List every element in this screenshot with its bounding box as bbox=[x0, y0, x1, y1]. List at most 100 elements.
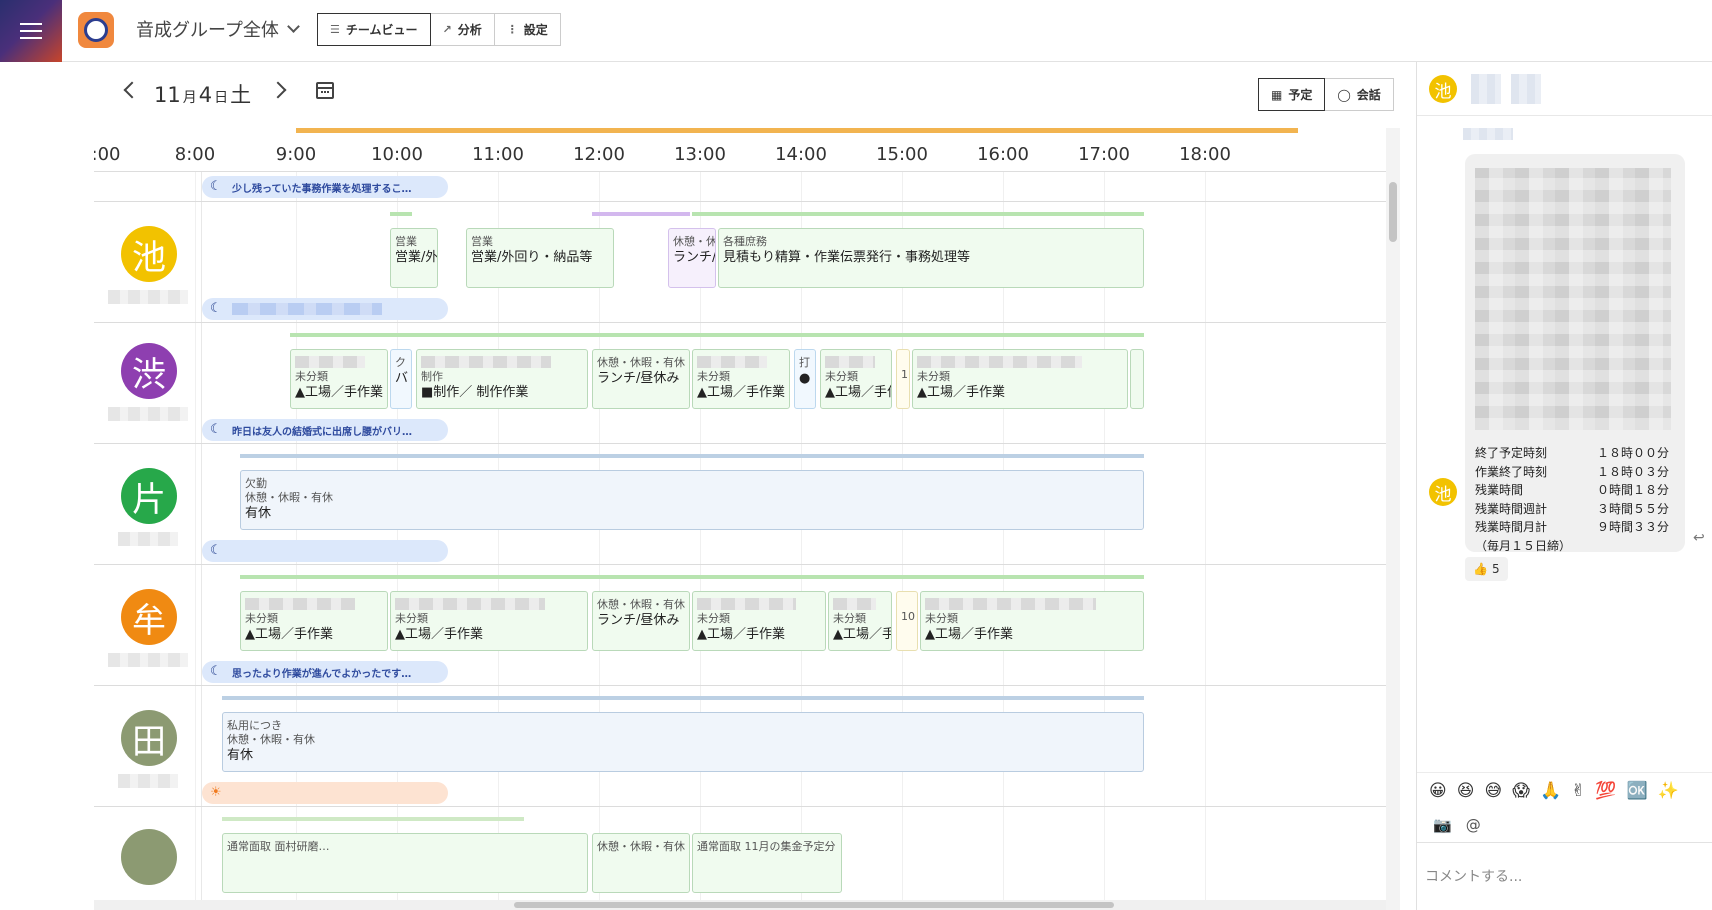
emoji-sweat-icon[interactable]: 😅 bbox=[1484, 781, 1502, 801]
hour-label: 13:00 bbox=[674, 144, 726, 165]
calendar-icon[interactable] bbox=[316, 82, 334, 99]
camera-icon[interactable]: 📷 bbox=[1433, 816, 1452, 834]
hour-label: 9:00 bbox=[275, 144, 317, 165]
schedule-block[interactable]: 未分類 ▲工場／手作 bbox=[820, 349, 892, 409]
schedule-block[interactable]: 未分類 ▲工場／手作業 bbox=[692, 591, 826, 651]
hour-label: :00 bbox=[94, 144, 121, 165]
member-name bbox=[108, 290, 188, 304]
status-bubble[interactable]: ☾ bbox=[202, 298, 448, 320]
avatar[interactable]: 牟 bbox=[121, 589, 177, 645]
avatar[interactable]: 田 bbox=[121, 710, 177, 766]
schedule-block[interactable]: 休憩・休暇・有休 ランチ/昼休み bbox=[592, 591, 690, 651]
comment-input[interactable] bbox=[1417, 842, 1712, 910]
member-row: 通常面取 面村研磨… 休憩・休暇・有休 通常面取 11月の集金予定分 bbox=[94, 807, 1400, 910]
schedule-block[interactable]: 私用につき 休憩・休暇・有休 有休 bbox=[222, 712, 1144, 772]
schedule-mode-button[interactable]: ▦ 予定 bbox=[1258, 78, 1326, 111]
member-row: 池 営業 営業/外 営業 営業/外回り・納品等 休憩・休 ランチ/ 各種庶務 見… bbox=[94, 202, 1400, 323]
emoji-bar: 😀 😆 😅 😱 🙏 ✌ 💯 🆗 ✨ bbox=[1417, 772, 1712, 808]
settings-label: 設定 bbox=[523, 23, 548, 37]
overtime-summary: 終了予定時刻 １８時００分 作業終了時刻 １８時０３分 残業時間 ０時間１８分 残業時… bbox=[1475, 444, 1675, 555]
date-toolbar: 11 月4 日土 ▦ 予定 ◯ 会話 bbox=[94, 62, 1400, 128]
sender-name bbox=[1463, 128, 1513, 140]
schedule-block[interactable]: ク バ bbox=[390, 349, 412, 409]
reaction-badge[interactable]: 👍 5 bbox=[1465, 557, 1508, 581]
schedule-block[interactable]: 通常面取 11月の集金予定分 bbox=[692, 833, 842, 893]
member-row: 牟 未分類 ▲工場／手作業 未分類 ▲工場／手作業 休憩・休暇・有休 ランチ/昼… bbox=[94, 565, 1400, 686]
avatar[interactable]: 池 bbox=[1429, 75, 1457, 103]
schedule-block[interactable]: 未分類 ▲工場／手作業 bbox=[920, 591, 1144, 651]
schedule-mode-label: 予定 bbox=[1288, 88, 1313, 102]
schedule-block[interactable]: 休憩・休暇・有休 ランチ/昼休み bbox=[592, 349, 690, 409]
schedule-block[interactable]: 欠勤 休憩・休暇・有休 有休 bbox=[240, 470, 1144, 530]
status-bubble[interactable]: ☾ 少し残っていた事務作業を処理するこ… bbox=[202, 176, 448, 198]
team-timeline: :00 8:00 9:00 10:00 11:00 12:00 13:00 14:00 15:0… bbox=[94, 128, 1400, 910]
participant-avatar[interactable] bbox=[1511, 74, 1541, 104]
status-bubble[interactable]: ☾ 思ったより作業が進んでよかったです… bbox=[202, 661, 448, 683]
schedule-block[interactable]: 10 bbox=[896, 591, 918, 651]
mention-icon[interactable]: @ bbox=[1466, 816, 1481, 834]
member-name bbox=[118, 774, 178, 788]
moon-icon: ☾ bbox=[210, 422, 222, 437]
team-view-button[interactable]: ☰ チームビュー bbox=[317, 13, 431, 46]
reply-icon[interactable]: ↩ bbox=[1693, 530, 1705, 546]
settings-button[interactable]: ⋮ 設定 bbox=[494, 13, 561, 46]
avatar[interactable]: 池 bbox=[121, 226, 177, 282]
participant-avatar[interactable] bbox=[1471, 74, 1501, 104]
emoji-sparkles-icon[interactable]: ✨ bbox=[1658, 781, 1679, 801]
schedule-block[interactable]: 未分類 ▲工場／手作業 bbox=[912, 349, 1128, 409]
analysis-label: 分析 bbox=[457, 23, 482, 37]
schedule-block[interactable]: 営業 営業/外回り・納品等 bbox=[466, 228, 614, 288]
schedule-block[interactable] bbox=[1130, 349, 1144, 409]
emoji-grin-icon[interactable]: 😀 bbox=[1429, 781, 1447, 801]
schedule-block[interactable]: 未分類 ▲工場／手作業 bbox=[692, 349, 790, 409]
avatar[interactable]: 池 bbox=[1429, 478, 1457, 506]
next-day-button[interactable] bbox=[269, 81, 287, 99]
conversation-mode-button[interactable]: ◯ 会話 bbox=[1325, 78, 1394, 111]
emoji-100-icon[interactable]: 💯 bbox=[1595, 781, 1616, 801]
member-name bbox=[108, 653, 188, 667]
emoji-laugh-icon[interactable]: 😆 bbox=[1457, 781, 1475, 801]
schedule-block[interactable]: 1 bbox=[896, 349, 910, 409]
vertical-scrollbar[interactable] bbox=[1386, 128, 1400, 910]
schedule-block[interactable]: 各種庶務 見積もり精算・作業伝票発行・事務処理等 bbox=[718, 228, 1144, 288]
timeline-header: :00 8:00 9:00 10:00 11:00 12:00 13:00 14:00 15:0… bbox=[94, 128, 1400, 172]
emoji-victory-icon[interactable]: ✌ bbox=[1571, 781, 1585, 801]
summary-row: 残業時間月計 ９時間３３分 bbox=[1475, 520, 1670, 534]
member-row: 渋 未分類 ▲工場／手作業 ク バ 制作 ■制作／ 制作作業 休憩・休暇・有休 … bbox=[94, 323, 1400, 444]
chat-message[interactable]: 終了予定時刻 １８時００分 作業終了時刻 １８時０３分 残業時間 ０時間１８分 残業時… bbox=[1465, 154, 1685, 555]
schedule-block[interactable]: 未分類 ▲工場／手作業 bbox=[290, 349, 388, 409]
app-logo bbox=[78, 12, 114, 48]
schedule-block[interactable]: 通常面取 面村研磨… bbox=[222, 833, 588, 893]
group-selector[interactable]: 音成グループ全体 bbox=[136, 16, 300, 42]
summary-note: （毎月１５日締） bbox=[1475, 538, 1572, 553]
status-bubble[interactable]: ☀ bbox=[202, 782, 448, 804]
schedule-block[interactable]: 打 ● bbox=[794, 349, 816, 409]
avatar[interactable] bbox=[121, 829, 177, 885]
member-name bbox=[108, 407, 188, 421]
current-date: 11 月4 日土 bbox=[154, 79, 251, 109]
status-bubble[interactable]: ☾ bbox=[202, 540, 448, 562]
hamburger-menu-button[interactable] bbox=[0, 0, 62, 62]
date-day: 4 bbox=[198, 83, 213, 107]
schedule-block[interactable]: 制作 ■制作／ 制作作業 bbox=[416, 349, 588, 409]
date-month: 11 bbox=[154, 83, 181, 107]
schedule-block[interactable]: 休憩・休暇・有休 bbox=[592, 833, 690, 893]
schedule-block[interactable]: 休憩・休 ランチ/ bbox=[668, 228, 716, 288]
status-bubble[interactable]: ☾ 昨日は友人の結婚式に出席し腰がバリ… bbox=[202, 419, 448, 441]
attached-image[interactable] bbox=[1475, 168, 1671, 430]
hour-label: 10:00 bbox=[371, 144, 423, 165]
prev-day-button[interactable] bbox=[123, 81, 141, 99]
avatar[interactable]: 渋 bbox=[121, 343, 177, 399]
team-view-label: チームビュー bbox=[345, 23, 418, 37]
schedule-block[interactable]: 未分類 ▲工場／手作業 bbox=[240, 591, 388, 651]
schedule-block[interactable]: 未分類 ▲工場／手 bbox=[828, 591, 892, 651]
schedule-block[interactable]: 未分類 ▲工場／手作業 bbox=[390, 591, 588, 651]
horizontal-scrollbar[interactable] bbox=[94, 900, 1386, 910]
emoji-ok-icon[interactable]: 🆗 bbox=[1627, 781, 1648, 801]
more-vertical-icon: ⋮ bbox=[506, 23, 518, 36]
analysis-button[interactable]: ↗ 分析 bbox=[430, 13, 495, 46]
emoji-scream-icon[interactable]: 😱 bbox=[1512, 781, 1530, 801]
avatar[interactable]: 片 bbox=[121, 468, 177, 524]
schedule-block[interactable]: 営業 営業/外 bbox=[390, 228, 438, 288]
emoji-pray-icon[interactable]: 🙏 bbox=[1540, 781, 1561, 801]
